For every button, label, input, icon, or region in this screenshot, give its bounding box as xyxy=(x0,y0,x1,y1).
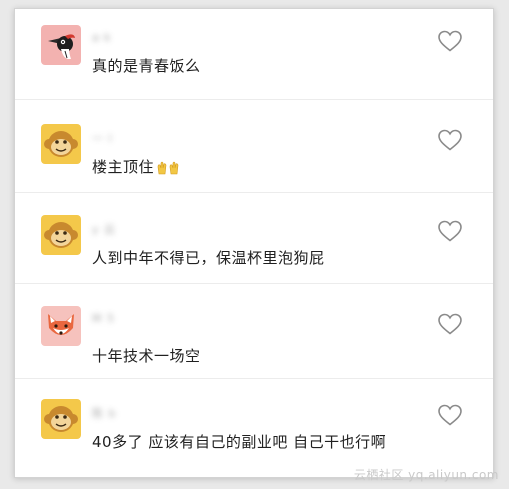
comment-list: a·k 真的是青春饭么 一 l 楼主顶住 y 云 人到中年不得已，保温杯里泡狗屁… xyxy=(14,8,494,478)
heart-outline-icon[interactable] xyxy=(437,219,463,243)
heart-outline-icon[interactable] xyxy=(437,128,463,152)
comment-text: 十年技术一场空 xyxy=(92,347,201,365)
avatar[interactable] xyxy=(41,306,81,346)
username[interactable]: 陈 b xyxy=(92,405,116,420)
monkey-face-icon xyxy=(41,124,81,164)
comment-item: 陈 b 40多了 应该有自己的副业吧 自己干也行啊 xyxy=(15,379,493,477)
username[interactable]: M 5 xyxy=(92,312,115,326)
fox-face-icon xyxy=(41,306,81,346)
comment-text: 人到中年不得已，保温杯里泡狗屁 xyxy=(92,249,325,267)
heart-outline-icon[interactable] xyxy=(437,312,463,336)
username[interactable]: 一 l xyxy=(92,130,113,145)
comment-text: 40多了 应该有自己的副业吧 自己干也行啊 xyxy=(92,433,387,451)
raised-hands-icon xyxy=(157,161,179,174)
avatar[interactable] xyxy=(41,399,81,439)
avatar[interactable] xyxy=(41,25,81,65)
watermark: 云栖社区 yq.aliyun.com xyxy=(353,468,499,482)
monkey-face-icon xyxy=(41,399,81,439)
woodpecker-icon xyxy=(41,25,81,65)
comment-item: a·k 真的是青春饭么 xyxy=(15,9,493,100)
comment-text-content: 楼主顶住 xyxy=(92,158,155,176)
username[interactable]: y 云 xyxy=(92,221,116,236)
comment-item: y 云 人到中年不得已，保温杯里泡狗屁 xyxy=(15,193,493,284)
comment-text: 真的是青春饭么 xyxy=(92,57,201,75)
username[interactable]: a·k xyxy=(92,31,112,45)
heart-outline-icon[interactable] xyxy=(437,403,463,427)
comment-item: 一 l 楼主顶住 xyxy=(15,100,493,193)
comment-item: M 5 十年技术一场空 xyxy=(15,284,493,379)
avatar[interactable] xyxy=(41,124,81,164)
comment-text: 楼主顶住 xyxy=(92,156,182,177)
avatar[interactable] xyxy=(41,215,81,255)
monkey-face-icon xyxy=(41,215,81,255)
heart-outline-icon[interactable] xyxy=(437,29,463,53)
